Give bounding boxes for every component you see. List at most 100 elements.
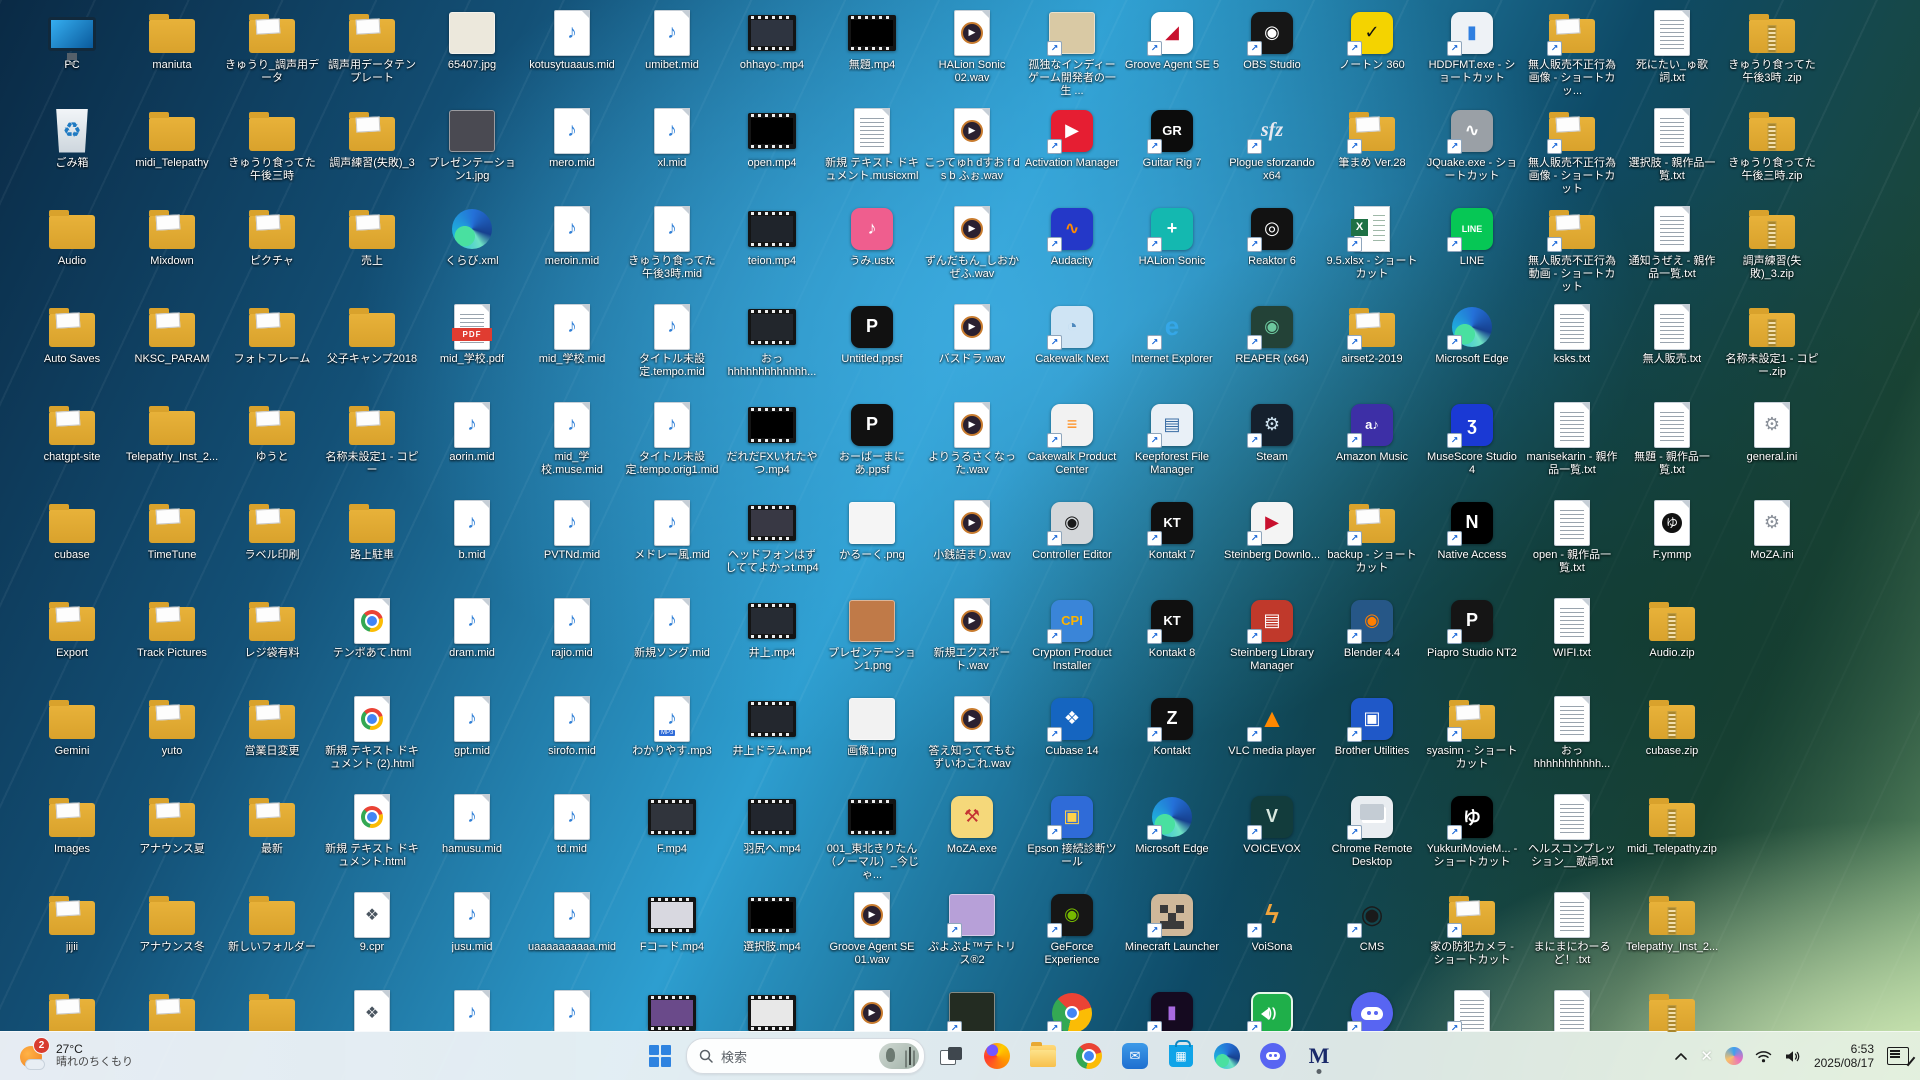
taskbar-chrome-button[interactable]	[1069, 1036, 1109, 1076]
desktop-icon[interactable]: ♪	[422, 984, 522, 1032]
desktop-icon[interactable]: ♪きゅうり食ってた午後3時.mid	[622, 200, 722, 298]
desktop-icon[interactable]: ♪b.mid	[422, 494, 522, 592]
desktop-icon[interactable]: 無題 - 親作品一覧.txt	[1622, 396, 1722, 494]
desktop-icon[interactable]: Auto Saves	[22, 298, 122, 396]
desktop-icon[interactable]: ♪kotusytuaaus.mid	[522, 4, 622, 102]
desktop-icon[interactable]: 画像1.png	[822, 690, 922, 788]
desktop-icon[interactable]: きゅうり食ってた午後三時	[222, 102, 322, 200]
desktop-icon[interactable]: ♪mero.mid	[522, 102, 622, 200]
desktop-icon[interactable]: 新規 テキスト ドキュメント.musicxml	[822, 102, 922, 200]
ime-input-button[interactable]	[1882, 1038, 1914, 1074]
desktop-icon[interactable]: ♪umibet.mid	[622, 4, 722, 102]
desktop-icon[interactable]: ◉↗REAPER (x64)	[1222, 298, 1322, 396]
task-view-button[interactable]	[931, 1036, 971, 1076]
desktop-icon[interactable]: ♪uaaaaaaaaaa.mid	[522, 886, 622, 984]
desktop-icon[interactable]: ϟ↗VoiSona	[1222, 886, 1322, 984]
desktop-icon[interactable]: 調声練習(失敗)_3	[322, 102, 422, 200]
desktop-icon[interactable]: 001_東北きりたん（ノーマル）_今じゃ...	[822, 788, 922, 886]
desktop-icon[interactable]: ♪sirofo.mid	[522, 690, 622, 788]
desktop-icon[interactable]: くらび.xml	[422, 200, 522, 298]
desktop-icon[interactable]: Mixdown	[122, 200, 222, 298]
desktop-icon[interactable]: Telepathy_Inst_2...	[1622, 886, 1722, 984]
desktop-icon[interactable]: 井上.mp4	[722, 592, 822, 690]
desktop-icon[interactable]: PUntitled.ppsf	[822, 298, 922, 396]
desktop-icon[interactable]: 65407.jpg	[422, 4, 522, 102]
desktop-icon[interactable]: ラベル印刷	[222, 494, 322, 592]
desktop-icon[interactable]: ↗Minecraft Launcher	[1122, 886, 1222, 984]
desktop-icon[interactable]: ♪td.mid	[522, 788, 622, 886]
desktop-icon[interactable]: ⚙general.ini	[1722, 396, 1822, 494]
taskbar-discord-button[interactable]	[1253, 1036, 1293, 1076]
tray-clock[interactable]: 6:53 2025/08/17	[1808, 1038, 1880, 1074]
desktop-icon[interactable]: ▶↗Activation Manager	[1022, 102, 1122, 200]
desktop-icon[interactable]	[722, 984, 822, 1032]
taskbar-edge-button[interactable]	[1207, 1036, 1247, 1076]
desktop-icon[interactable]: ▲↗VLC media player	[1222, 690, 1322, 788]
desktop-icon[interactable]: ♪	[522, 984, 622, 1032]
desktop-icon[interactable]: ▶小銭詰まり.wav	[922, 494, 1022, 592]
desktop-icon[interactable]: Export	[22, 592, 122, 690]
desktop-icon[interactable]: midi_Telepathy	[122, 102, 222, 200]
desktop-icon[interactable]: 無人販売.txt	[1622, 298, 1722, 396]
desktop-icon[interactable]: KT↗Kontakt 8	[1122, 592, 1222, 690]
desktop-icon[interactable]: PDFmid_学校.pdf	[422, 298, 522, 396]
desktop-icon[interactable]: ♪うみ.ustx	[822, 200, 922, 298]
desktop-icon[interactable]: 新しいフォルダー	[222, 886, 322, 984]
desktop-icon[interactable]: ▶Groove Agent SE 01.wav	[822, 886, 922, 984]
desktop-icon[interactable]: ))↗	[1222, 984, 1322, 1032]
desktop-icon[interactable]: ▶こってゅh dすお f d s b ふぉ.wav	[922, 102, 1022, 200]
desktop-icon[interactable]: 調声用データテンプレート	[322, 4, 422, 102]
desktop-icon[interactable]: ゆうと	[222, 396, 322, 494]
desktop-icon[interactable]: ʒ↗MuseScore Studio 4	[1422, 396, 1522, 494]
desktop-icon[interactable]: ▮↗	[1122, 984, 1222, 1032]
desktop-icon[interactable]: ∿↗Audacity	[1022, 200, 1122, 298]
desktop-icon[interactable]: KT↗Kontakt 7	[1122, 494, 1222, 592]
desktop-icon[interactable]: maniuta	[122, 4, 222, 102]
desktop-icon[interactable]: 調声練習(失敗)_3.zip	[1722, 200, 1822, 298]
desktop-icon[interactable]: jijii	[22, 886, 122, 984]
desktop-icon[interactable]: ♪rajio.mid	[522, 592, 622, 690]
desktop-icon[interactable]: ♪dram.mid	[422, 592, 522, 690]
desktop-icon[interactable]: ゆ↗YukkuriMovieM... - ショートカット	[1422, 788, 1522, 886]
desktop-icon[interactable]: 路上駐車	[322, 494, 422, 592]
taskbar-store-button[interactable]: ▦	[1161, 1036, 1201, 1076]
desktop-icon[interactable]: 新規 テキスト ドキュメント (2).html	[322, 690, 422, 788]
desktop-icon[interactable]: TimeTune	[122, 494, 222, 592]
desktop-icon[interactable]: ❖9.cpr	[322, 886, 422, 984]
desktop-icon[interactable]: テンポあて.html	[322, 592, 422, 690]
desktop-icon[interactable]	[1622, 984, 1722, 1032]
desktop-icon[interactable]: 最新	[222, 788, 322, 886]
tray-copilot-button[interactable]	[1720, 1038, 1748, 1074]
desktop-icon[interactable]: ❖↗Cubase 14	[1022, 690, 1122, 788]
desktop-icon[interactable]: アナウンス夏	[122, 788, 222, 886]
desktop-icon[interactable]: ♪aorin.mid	[422, 396, 522, 494]
desktop-icon[interactable]: ↗syasinn - ショートカット	[1422, 690, 1522, 788]
desktop-icon[interactable]: 通知うぜえ - 親作品一覧.txt	[1622, 200, 1722, 298]
desktop-icon[interactable]: プレゼンテーション1.png	[822, 592, 922, 690]
desktop-icon[interactable]: ゆF.ymmp	[1622, 494, 1722, 592]
desktop-icon[interactable]: ◉↗CMS	[1322, 886, 1422, 984]
desktop-icon[interactable]: ヘルスコンプレッション__歌詞.txt	[1522, 788, 1622, 886]
desktop-icon[interactable]: cubase	[22, 494, 122, 592]
desktop-icon[interactable]: ▶バスドラ.wav	[922, 298, 1022, 396]
desktop-icon[interactable]: ◉↗Controller Editor	[1022, 494, 1122, 592]
desktop-icon[interactable]: Track Pictures	[122, 592, 222, 690]
desktop-icon[interactable]: きゅうり食ってた午後三時.zip	[1722, 102, 1822, 200]
desktop-icon[interactable]: ◉↗GeForce Experience	[1022, 886, 1122, 984]
desktop-icon[interactable]: 無題.mp4	[822, 4, 922, 102]
desktop-icon[interactable]: ↗Chrome Remote Desktop	[1322, 788, 1422, 886]
desktop-icon[interactable]: アナウンス冬	[122, 886, 222, 984]
desktop-icon[interactable]: ⚙↗Steam	[1222, 396, 1322, 494]
desktop-icon[interactable]: a♪↗Amazon Music	[1322, 396, 1422, 494]
weather-widget[interactable]: 2 27°C 晴れのちくもり	[10, 1038, 141, 1074]
desktop-icon[interactable]: ▶新規エクスポート.wav	[922, 592, 1022, 690]
desktop-icon[interactable]: きゅうり食ってた午後3時 .zip	[1722, 4, 1822, 102]
desktop-icon[interactable]: Telepathy_Inst_2...	[122, 396, 222, 494]
desktop-icon[interactable]: ↗家の防犯カメラ - ショートカット	[1422, 886, 1522, 984]
desktop-icon[interactable]: open - 親作品一覧.txt	[1522, 494, 1622, 592]
desktop-icon[interactable]: ♪meroin.mid	[522, 200, 622, 298]
desktop-icon[interactable]: ↗無人販売不正行為画像 - ショートカット	[1522, 102, 1622, 200]
desktop-icon[interactable]: まにまにわーるど！.txt	[1522, 886, 1622, 984]
taskbar-firefox-button[interactable]	[977, 1036, 1017, 1076]
desktop-icon[interactable]: フォトフレーム	[222, 298, 322, 396]
